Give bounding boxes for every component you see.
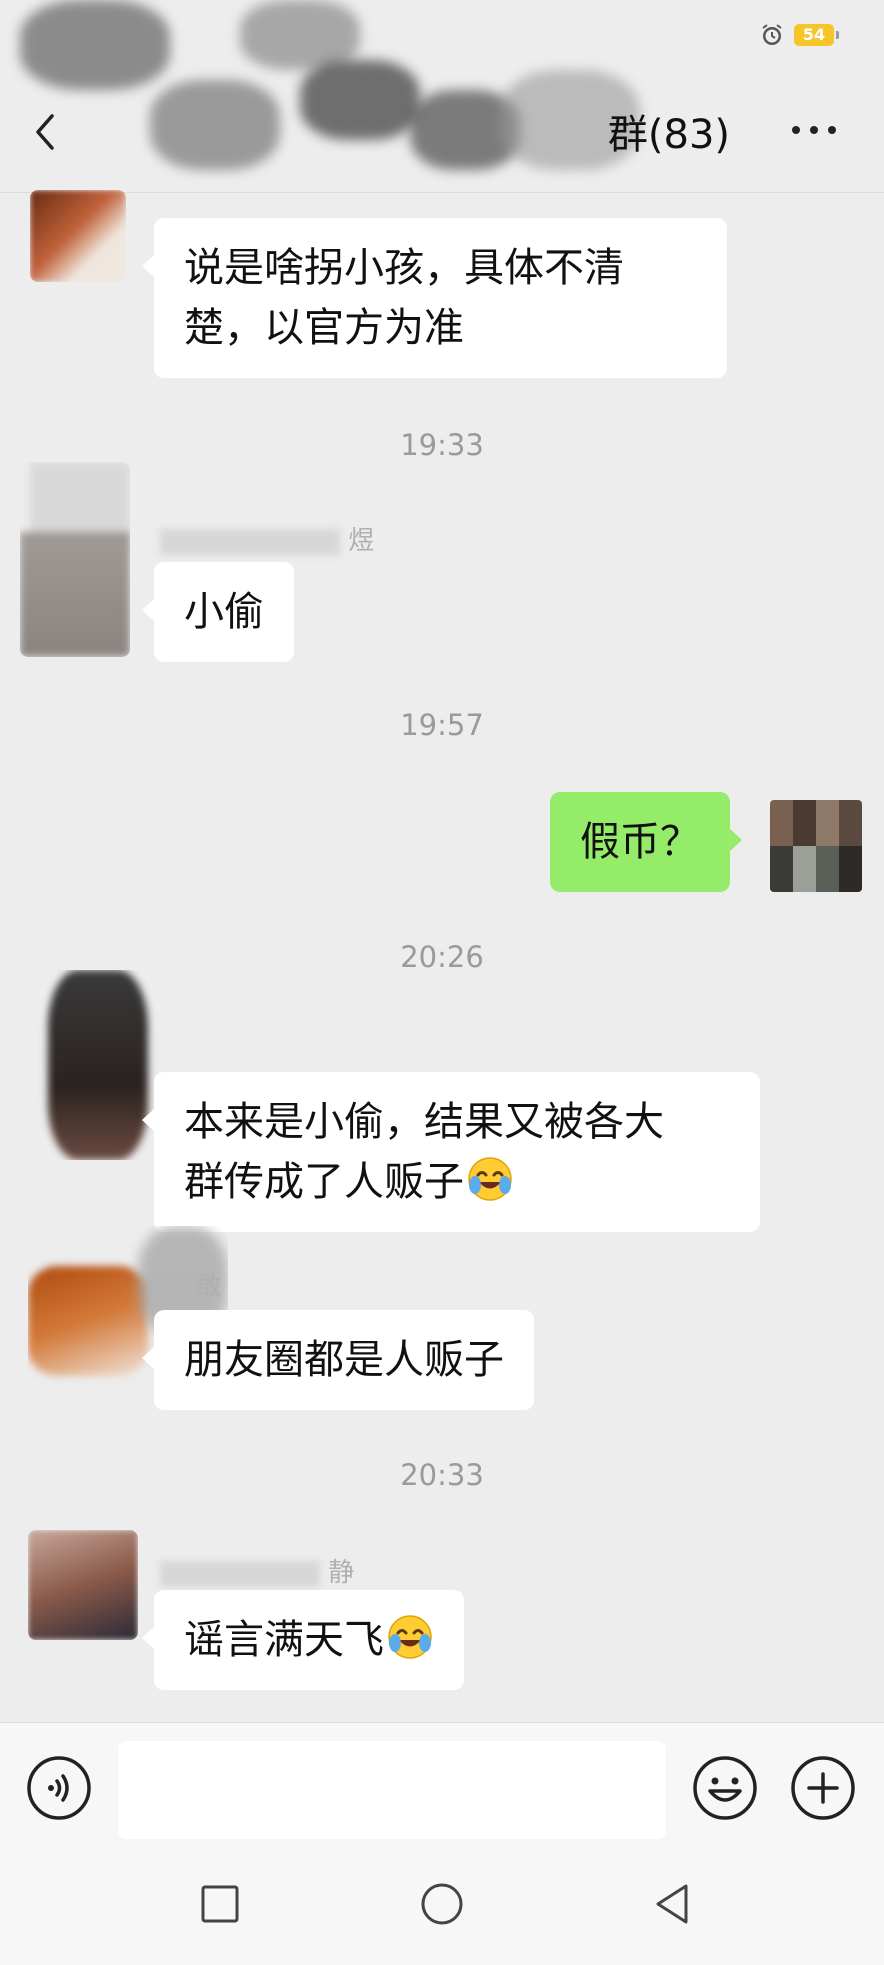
message-timestamp: 19:57 [400,708,484,742]
system-nav-bar [0,1852,884,1965]
face-with-tears-of-joy-icon [466,1155,514,1203]
chat-screen: 54 群(83) 说是啥拐小孩，具体不清 楚，以官方为准 19:33 煜 小偷 … [0,0,884,1965]
message-text-line: 谣言满天飞 [184,1617,384,1663]
nav-back-button[interactable] [648,1880,696,1928]
message-bubble[interactable]: 说是啥拐小孩，具体不清 楚，以官方为准 [142,218,727,378]
avatar[interactable] [20,462,130,657]
input-bar [0,1722,884,1853]
chevron-left-icon [36,114,54,150]
message-input[interactable] [118,1741,666,1839]
message-text-line: 群传成了人贩子 [184,1159,464,1205]
message-timestamp: 19:33 [400,428,484,462]
battery-icon: 54 [794,24,839,46]
status-icons: 54 [760,22,839,48]
alarm-clock-icon [760,23,784,47]
message-bubble[interactable]: 谣言满天飞 [142,1590,464,1690]
chat-title: 群(83) [607,112,730,158]
message-text-line: 楚，以官方为准 [184,305,464,351]
message-bubble[interactable]: 本来是小偷，结果又被各大 群传成了人贩子 [142,1072,760,1232]
message-text-line: 假币？ [580,819,700,865]
plus-button[interactable] [790,1755,856,1821]
sender-name: 煜 [160,520,374,557]
status-bar: 54 [0,0,884,90]
message-timestamp: 20:26 [400,940,484,974]
avatar[interactable] [28,1530,138,1640]
back-button[interactable] [26,108,66,156]
home-icon [421,1883,463,1925]
recent-apps-icon [201,1885,239,1923]
chat-header: 群(83) [0,60,884,193]
plus-icon [791,1756,855,1820]
message-bubble[interactable]: 朋友圈都是人贩子 [142,1310,534,1410]
message-bubble-self[interactable]: 假币？ [550,792,742,892]
voice-button[interactable] [26,1755,92,1821]
message-timestamp: 20:33 [400,1458,484,1492]
emoji-button[interactable] [692,1755,758,1821]
avatar-self[interactable] [770,800,862,892]
more-dots-icon [792,126,836,134]
face-with-tears-of-joy-icon [386,1613,434,1661]
voice-icon [27,1756,91,1820]
recent-apps-button[interactable] [196,1880,244,1928]
redaction-smudge [300,60,420,140]
back-triangle-icon [656,1884,688,1924]
message-text-line: 小偷 [184,589,264,635]
message-text-line: 本来是小偷，结果又被各大 [184,1099,664,1145]
avatar[interactable] [30,190,126,282]
redaction-smudge [150,80,280,170]
home-button[interactable] [418,1880,466,1928]
message-text-line: 说是啥拐小孩，具体不清 [184,245,624,291]
message-text-line: 朋友圈都是人贩子 [184,1337,504,1383]
sender-name: 敢 [196,1272,223,1302]
sender-name: 静 [160,1552,354,1589]
emoji-icon [693,1756,757,1820]
more-button[interactable] [790,122,838,138]
message-bubble[interactable]: 小偷 [142,562,294,662]
